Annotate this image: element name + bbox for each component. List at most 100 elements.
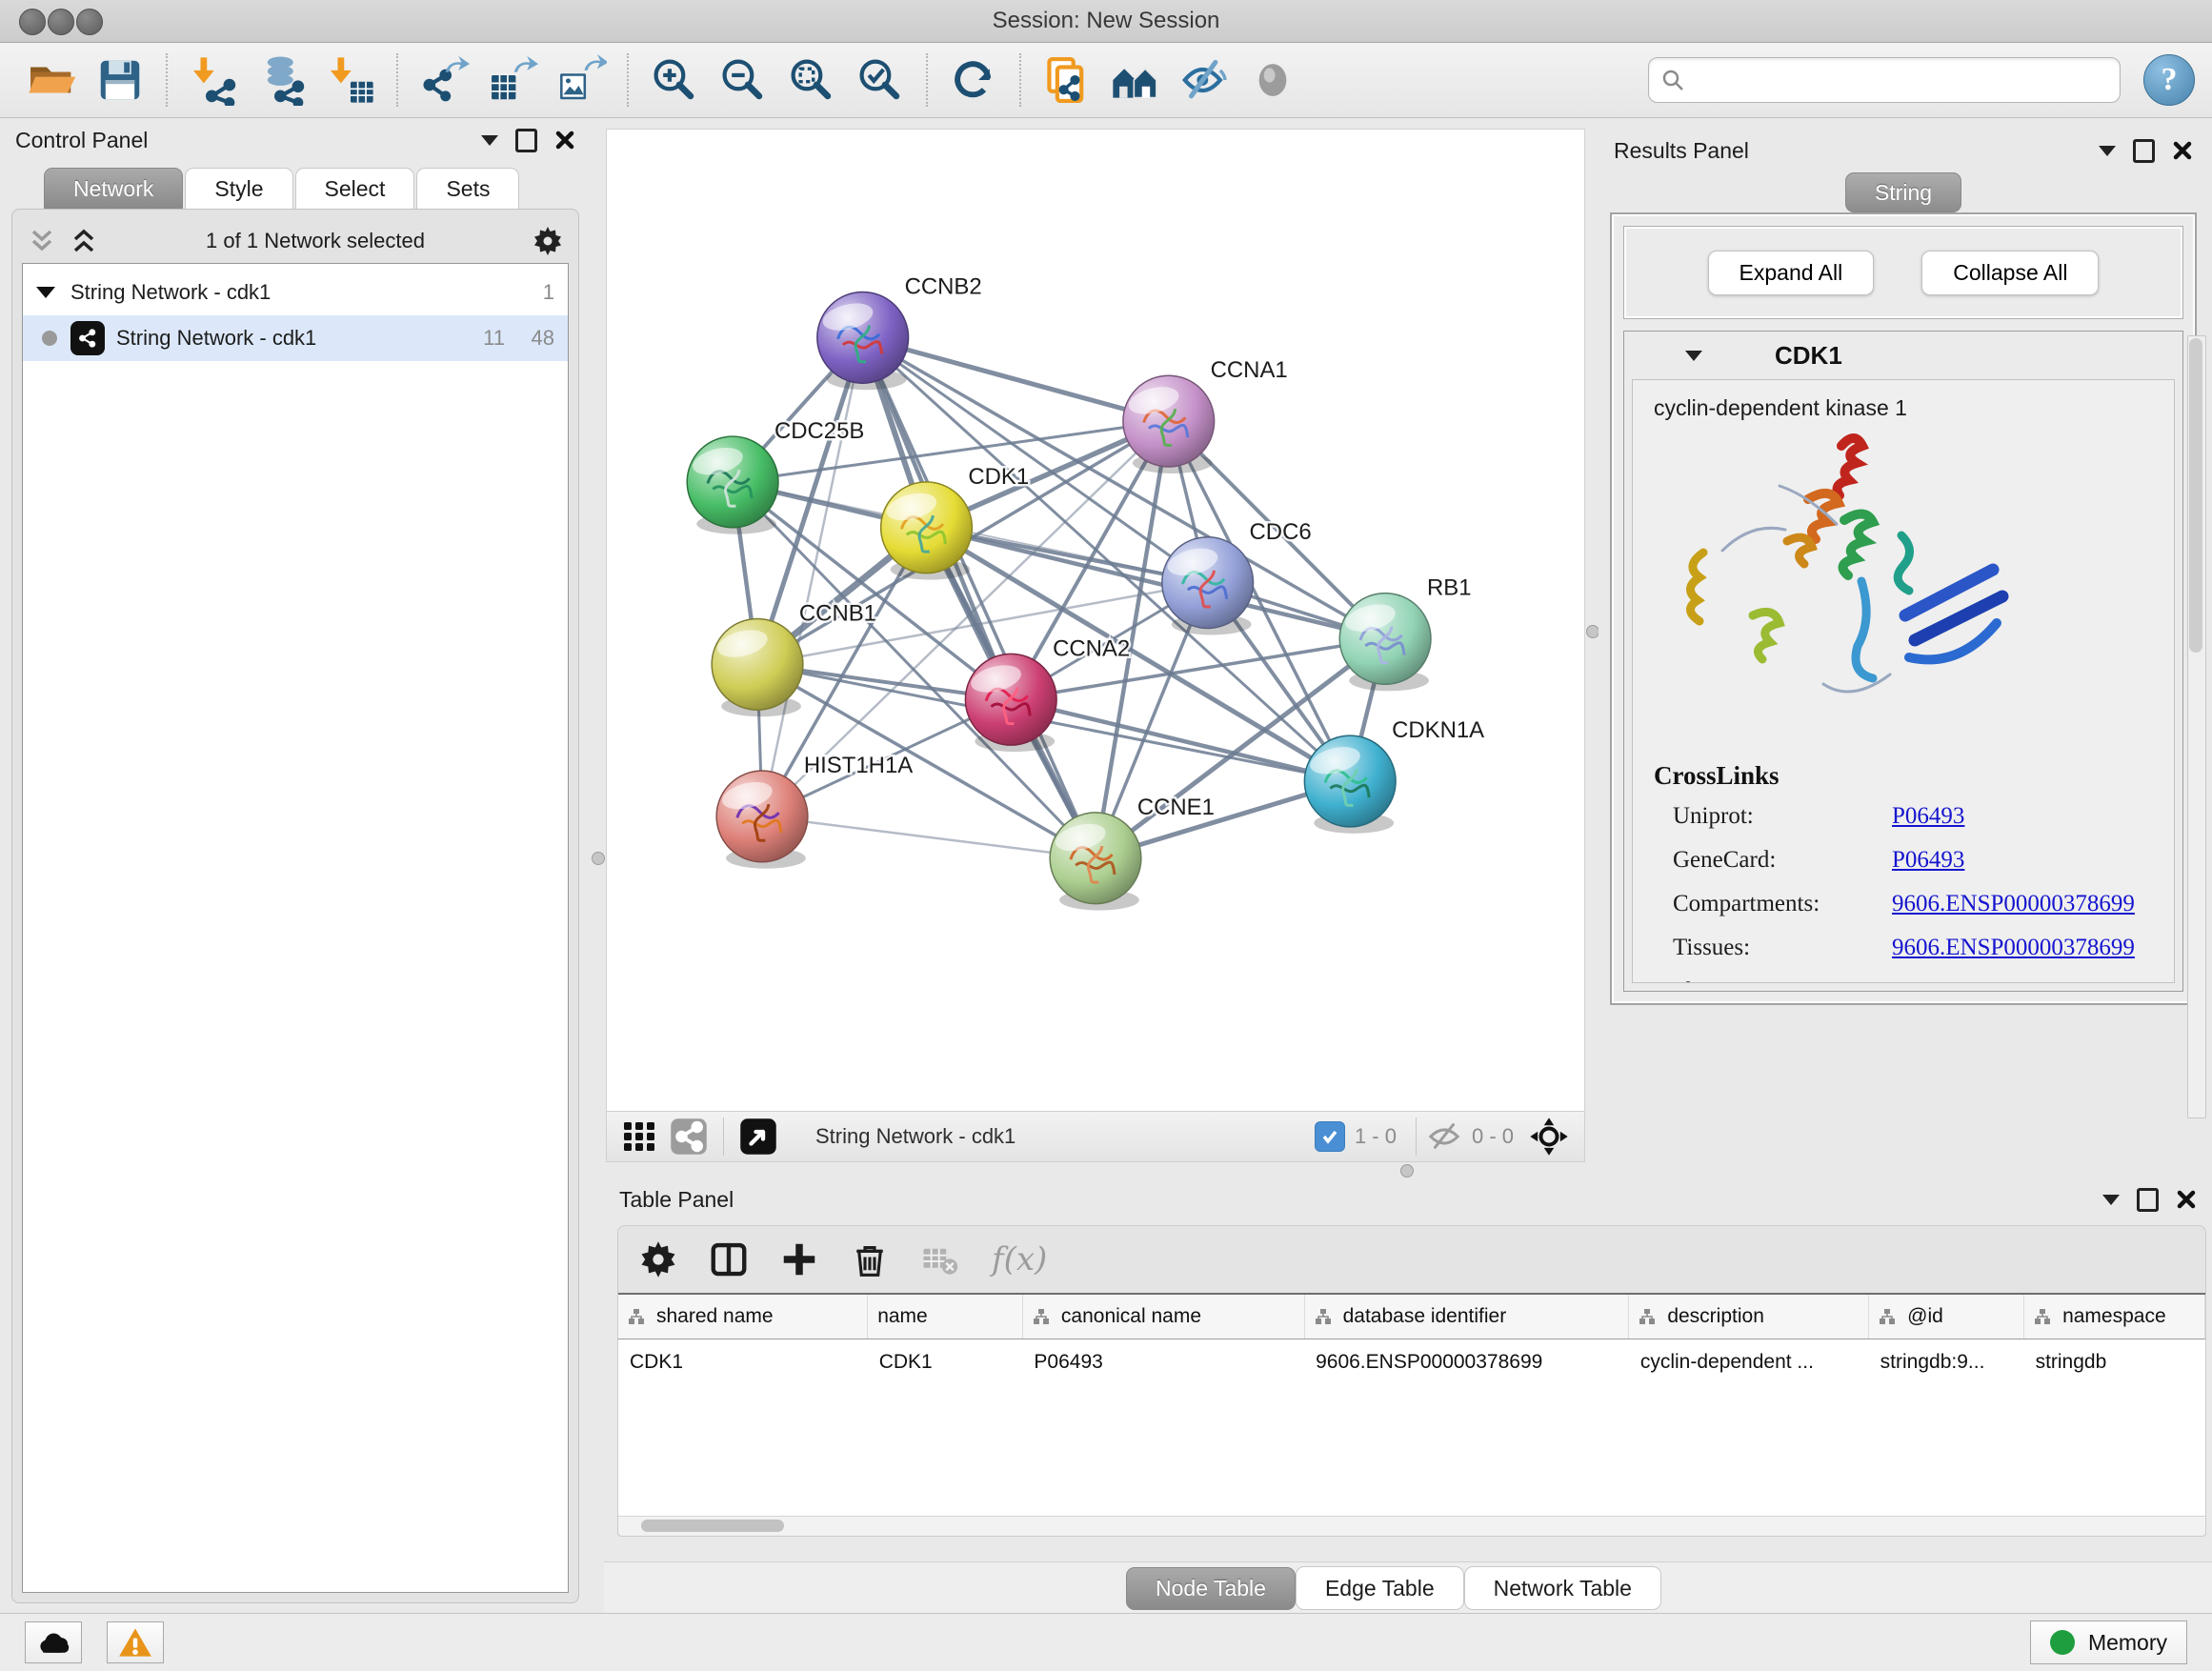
collapse-all-button[interactable]: Collapse All (1921, 251, 2099, 295)
node-hist1h1a[interactable]: HIST1H1A (716, 753, 913, 869)
memory-button[interactable]: Memory (2030, 1621, 2187, 1664)
column-header-shared-name[interactable]: shared name (618, 1295, 868, 1339)
search-input[interactable] (1695, 67, 2108, 93)
gear-icon[interactable] (533, 226, 563, 256)
edge-ccnb2-hist1h1a[interactable] (762, 337, 863, 816)
grid-view-button[interactable] (622, 1118, 658, 1155)
node-rb1[interactable]: RB1 (1339, 575, 1471, 692)
table-cell[interactable]: P06493 (1022, 1339, 1304, 1386)
table-cell[interactable]: cyclin-dependent ... (1629, 1339, 1869, 1386)
open-session-button[interactable] (22, 50, 81, 110)
node-cdkn1a[interactable]: CDKN1A (1304, 717, 1484, 834)
edge-hist1h1a-ccne1[interactable] (762, 816, 1096, 858)
tab-node-table[interactable]: Node Table (1126, 1567, 1296, 1610)
selected-checkbox[interactable] (1315, 1121, 1345, 1152)
horizontal-splitter[interactable] (604, 1162, 2212, 1178)
apply-layout-button[interactable] (944, 50, 1003, 110)
tab-sets[interactable]: Sets (416, 168, 519, 209)
collapse-all-icon[interactable] (28, 227, 56, 255)
splitter-handle[interactable] (1586, 625, 1599, 638)
zoom-selected-button[interactable] (851, 50, 910, 110)
create-column-icon[interactable] (780, 1240, 818, 1278)
zoom-window-button[interactable] (76, 9, 103, 35)
warning-status-button[interactable] (107, 1621, 164, 1663)
close-panel-button[interactable] (554, 130, 575, 151)
gear-icon[interactable] (639, 1240, 677, 1278)
crosslink-link[interactable]: P06493 (1892, 978, 1964, 983)
collapse-panel-button[interactable] (2102, 1195, 2120, 1205)
table-row[interactable]: CDK1CDK1P064939606.ENSP00000378699cyclin… (618, 1339, 2205, 1386)
column-header-name[interactable]: name (868, 1295, 1023, 1339)
export-table-button[interactable] (483, 50, 542, 110)
show-columns-icon[interactable] (710, 1240, 748, 1278)
tab-select[interactable]: Select (295, 168, 415, 209)
table-cell[interactable]: stringdb:9... (1869, 1339, 2024, 1386)
import-table-file-button[interactable] (321, 50, 380, 110)
vertical-splitter-left[interactable] (591, 118, 604, 1613)
delete-column-icon[interactable] (851, 1240, 889, 1278)
edge-ccnb2-ccne1[interactable] (863, 337, 1096, 857)
import-network-file-button[interactable] (184, 50, 243, 110)
scrollbar-thumb[interactable] (2189, 338, 2202, 653)
export-view-button[interactable] (739, 1117, 777, 1156)
collapse-panel-button[interactable] (481, 135, 498, 146)
tab-style[interactable]: Style (185, 168, 292, 209)
column-header-id[interactable]: @id (1869, 1295, 2024, 1339)
network-canvas[interactable]: CCNB2CCNA1CDC25BCDK1CDC6RB1CCNB1CCNA2CDK… (606, 129, 1585, 1111)
collapse-panel-button[interactable] (2099, 146, 2116, 156)
show-all-button[interactable] (1243, 50, 1302, 110)
column-header-namespace[interactable]: namespace (2024, 1295, 2205, 1339)
birdseye-view-button[interactable] (1529, 1117, 1569, 1157)
float-panel-button[interactable] (2133, 139, 2155, 163)
export-image-button[interactable] (552, 50, 611, 110)
float-panel-button[interactable] (515, 129, 537, 152)
table-cell[interactable]: stringdb (2024, 1339, 2205, 1386)
splitter-handle[interactable] (1400, 1164, 1414, 1178)
gene-section-header[interactable]: CDK1 (1624, 332, 2182, 379)
column-header-database-identifier[interactable]: database identifier (1304, 1295, 1629, 1339)
save-session-button[interactable] (90, 50, 150, 110)
splitter-handle[interactable] (592, 852, 605, 865)
minimize-window-button[interactable] (48, 9, 74, 35)
crosslink-link[interactable]: 9606.ENSP00000378699 (1892, 935, 2135, 961)
crosslink-link[interactable]: P06493 (1892, 803, 1964, 830)
tab-string[interactable]: String (1845, 172, 1961, 212)
crosslink-link[interactable]: P06493 (1892, 847, 1964, 874)
table-cell[interactable]: CDK1 (868, 1339, 1023, 1386)
cloud-status-button[interactable] (25, 1621, 82, 1663)
tab-edge-table[interactable]: Edge Table (1296, 1566, 1464, 1610)
network-view-mode-button[interactable] (670, 1117, 708, 1156)
node-table[interactable]: shared namenamecanonical namedatabase id… (618, 1293, 2205, 1516)
close-panel-button[interactable] (2172, 140, 2193, 161)
zoom-fit-button[interactable] (782, 50, 841, 110)
table-horizontal-scrollbar[interactable] (618, 1516, 2205, 1536)
first-neighbors-button[interactable] (1106, 50, 1165, 110)
hide-selected-button[interactable] (1175, 50, 1234, 110)
new-network-from-selection-button[interactable] (1037, 50, 1096, 110)
tab-network-table[interactable]: Network Table (1464, 1566, 1661, 1610)
network-collection-row[interactable]: String Network - cdk1 1 (23, 270, 568, 315)
collapse-section-icon[interactable] (1685, 351, 1702, 361)
network-row[interactable]: String Network - cdk1 11 48 (23, 315, 568, 361)
float-panel-button[interactable] (2137, 1188, 2159, 1212)
close-panel-button[interactable] (2176, 1189, 2197, 1210)
vertical-splitter-right[interactable] (1585, 118, 1599, 1162)
table-cell[interactable]: 9606.ENSP00000378699 (1304, 1339, 1629, 1386)
expand-all-icon[interactable] (70, 227, 98, 255)
table-cell[interactable]: CDK1 (618, 1339, 868, 1386)
close-window-button[interactable] (19, 9, 46, 35)
import-network-database-button[interactable] (252, 50, 312, 110)
expand-all-button[interactable]: Expand All (1708, 251, 1875, 295)
scrollbar-thumb[interactable] (641, 1520, 784, 1532)
crosslink-link[interactable]: 9606.ENSP00000378699 (1892, 891, 2135, 917)
column-header-canonical-name[interactable]: canonical name (1022, 1295, 1304, 1339)
export-network-button[interactable] (414, 50, 473, 110)
zoom-out-button[interactable] (714, 50, 773, 110)
tab-network[interactable]: Network (44, 168, 183, 209)
tree-expand-icon[interactable] (36, 287, 55, 298)
zoom-in-button[interactable] (645, 50, 704, 110)
node-cdk1[interactable]: CDK1 (881, 464, 1030, 580)
column-header-description[interactable]: description (1629, 1295, 1869, 1339)
results-scrollbar[interactable] (2187, 335, 2206, 1118)
help-button[interactable]: ? (2143, 54, 2195, 106)
